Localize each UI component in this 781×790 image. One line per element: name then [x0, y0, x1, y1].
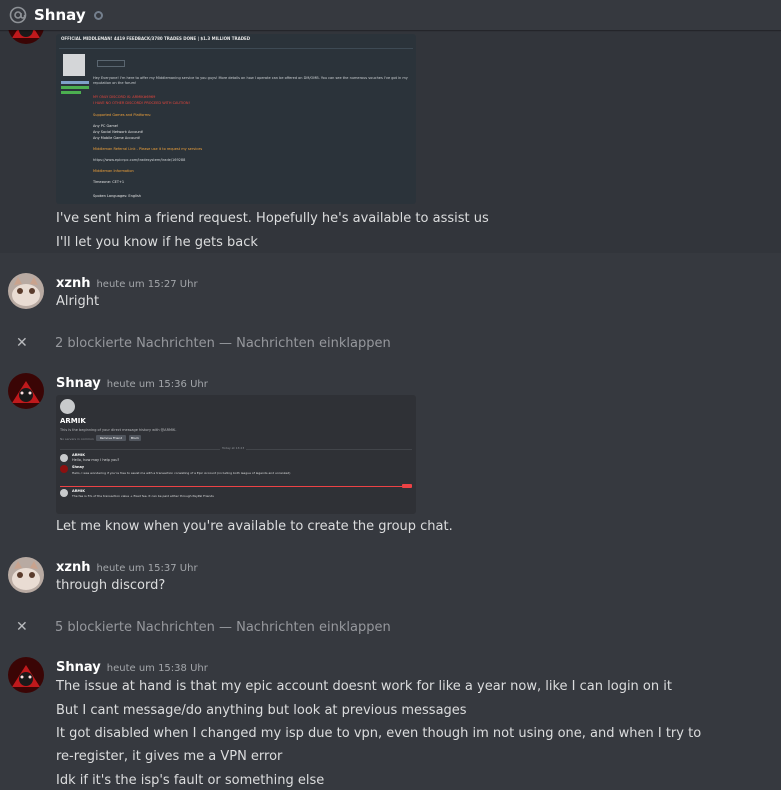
avatar[interactable]: [8, 30, 44, 44]
dm-chat-text: Hello, I was wondering if you're free to…: [72, 471, 291, 475]
forum-line: I HAVE NO OTHER DISCORD! PROCEED WITH CA…: [93, 101, 190, 105]
dm-chat-name: ARMIK: [72, 489, 85, 493]
forum-screenshot-image[interactable]: OFFICIAL MIDDLEMAN! 4419 FEEDBACK/3780 T…: [56, 34, 416, 204]
blocked-messages-label[interactable]: 2 blockierte Nachrichten — Nachrichten e…: [55, 336, 391, 351]
channel-title[interactable]: Shnay: [34, 6, 86, 24]
timestamp: heute um 15:27 Uhr: [96, 279, 198, 290]
forum-line: MY ONLY DISCORD IS: ARMIK#6969: [93, 95, 156, 99]
channel-header: Shnay: [0, 0, 781, 30]
forum-line: Any Mobile Game Account!: [93, 136, 141, 140]
blocked-messages-bar[interactable]: ✕ 2 blockierte Nachrichten — Nachrichten…: [0, 330, 781, 356]
dm-mutual: No servers in common: [60, 437, 94, 441]
forum-line: Middleman Referral Link - Please use it …: [93, 147, 203, 151]
message-text: through discord?: [56, 578, 166, 593]
at-icon: [8, 5, 28, 25]
message-group: Shnay heute um 15:36 Uhr ARMIK This is t…: [0, 362, 781, 546]
message-text: I'll let you know if he gets back: [56, 235, 258, 250]
offline-status-icon: [93, 10, 103, 20]
message-text: re-register, it gives me a VPN error: [56, 749, 283, 764]
author-name[interactable]: Shnay: [56, 660, 101, 675]
message-group: xznh heute um 15:37 Uhr through discord?: [0, 550, 781, 612]
timestamp: heute um 15:37 Uhr: [96, 563, 198, 574]
dm-chat-avatar: [60, 465, 68, 473]
author-name[interactable]: xznh: [56, 560, 90, 575]
author-name[interactable]: Shnay: [56, 376, 101, 391]
forum-line: Middleman Information: [93, 169, 134, 173]
author-row: Shnay heute um 15:38 Uhr: [56, 660, 208, 675]
author-row: xznh heute um 15:27 Uhr: [56, 276, 198, 291]
author-row: Shnay heute um 15:36 Uhr: [56, 376, 208, 391]
forum-line: Supported Games and Platforms:: [93, 113, 152, 117]
dm-new-divider: [60, 486, 402, 487]
message-group: OFFICIAL MIDDLEMAN! 4419 FEEDBACK/3780 T…: [0, 30, 781, 253]
dm-new-badge: [402, 484, 412, 488]
dm-screenshot-image[interactable]: ARMIK This is the beginning of your dire…: [56, 395, 416, 514]
message-list: OFFICIAL MIDDLEMAN! 4419 FEEDBACK/3780 T…: [0, 30, 781, 790]
dm-intro: This is the beginning of your direct mes…: [60, 428, 177, 432]
message-text: It got disabled when I changed my isp du…: [56, 726, 702, 741]
forum-post-divider: [59, 48, 413, 49]
forum-line: https://www.epicnpc.com/tradesystem/trad…: [93, 158, 186, 162]
dm-chat-avatar: [60, 489, 68, 497]
forum-line: Spoken Languages: English: [93, 194, 141, 198]
dm-avatar: [60, 399, 75, 414]
dm-chat-text: Hello, how may I help you?: [72, 458, 120, 462]
dm-date: Today at 13:23: [220, 446, 247, 450]
dm-block-button: Block: [129, 435, 141, 441]
message-text: Alright: [56, 294, 100, 309]
dm-chat-name: ARMIK: [72, 453, 85, 457]
forum-line: Timezone: CET+1: [93, 180, 125, 184]
close-icon[interactable]: ✕: [16, 335, 30, 351]
dm-chat-avatar: [60, 454, 68, 462]
author-name[interactable]: xznh: [56, 276, 90, 291]
forum-user-avatar: [63, 54, 85, 76]
avatar[interactable]: [8, 273, 44, 309]
blocked-messages-label[interactable]: 5 blockierte Nachrichten — Nachrichten e…: [55, 620, 391, 635]
avatar[interactable]: [8, 557, 44, 593]
blocked-messages-bar[interactable]: ✕ 5 blockierte Nachrichten — Nachrichten…: [0, 614, 781, 640]
forum-line: Any Social Network Account!: [93, 130, 144, 134]
forum-intro-text: Hey Everyone! I'm here to offer my Middl…: [93, 76, 408, 85]
message-text: The issue at hand is that my epic accoun…: [56, 679, 672, 694]
message-group: xznh heute um 15:27 Uhr Alright: [0, 266, 781, 326]
message-text: But I cant message/do anything but look …: [56, 703, 467, 718]
dm-chat-name: Shnay: [72, 465, 85, 469]
message-text: Idk if it's the isp's fault or something…: [56, 773, 325, 788]
avatar[interactable]: [8, 373, 44, 409]
forum-line: Any PC Game!: [93, 124, 119, 128]
timestamp: heute um 15:38 Uhr: [106, 663, 208, 674]
message-group: Shnay heute um 15:38 Uhr The issue at ha…: [0, 646, 781, 790]
forum-user-badges: [61, 81, 89, 103]
forum-quote-box: [97, 60, 125, 67]
avatar[interactable]: [8, 657, 44, 693]
timestamp: heute um 15:36 Uhr: [106, 379, 208, 390]
author-row: xznh heute um 15:37 Uhr: [56, 560, 198, 575]
dm-name: ARMIK: [60, 417, 86, 425]
close-icon[interactable]: ✕: [16, 619, 30, 635]
dm-chat-text: The fee is 5% of the transaction value +…: [72, 494, 214, 498]
dm-remove-friend-button: Remove Friend: [96, 435, 126, 441]
message-text: I've sent him a friend request. Hopefull…: [56, 211, 489, 226]
forum-heading: OFFICIAL MIDDLEMAN! 4419 FEEDBACK/3780 T…: [61, 36, 251, 41]
message-text: Let me know when you're available to cre…: [56, 519, 453, 534]
